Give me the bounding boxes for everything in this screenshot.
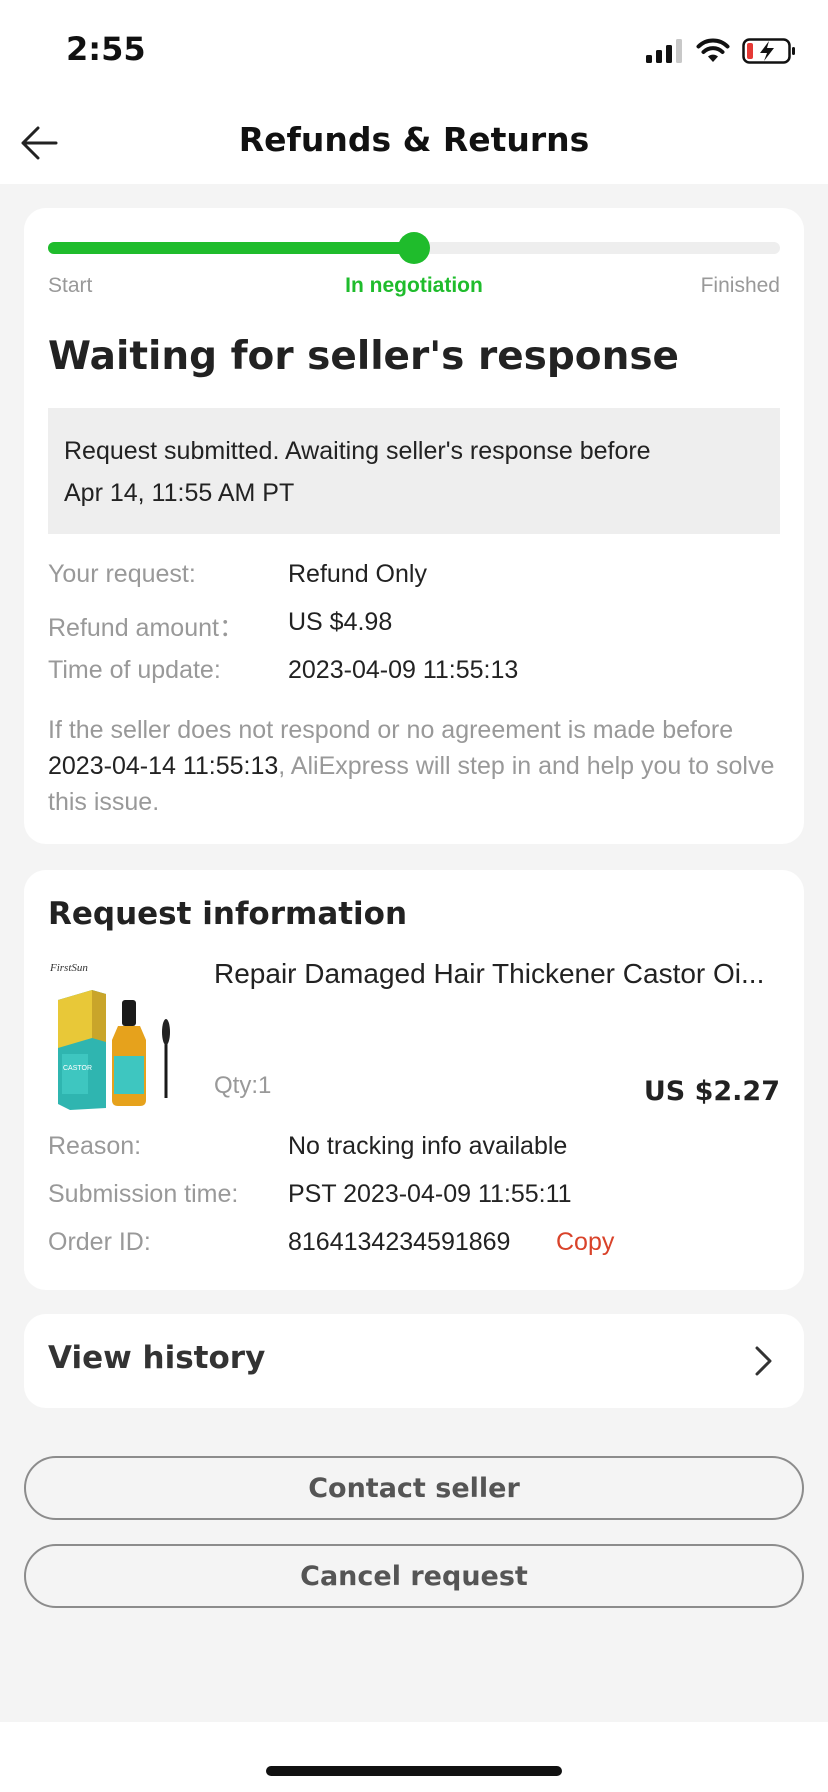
wifi-icon bbox=[696, 38, 730, 62]
progress-fill bbox=[48, 242, 414, 254]
request-type-value: Refund Only bbox=[288, 560, 427, 588]
notice-deadline: Apr 14, 11:55 AM PT bbox=[64, 479, 295, 507]
home-indicator-area bbox=[0, 1722, 828, 1792]
battery-icon bbox=[742, 38, 795, 64]
update-time-label: Time of update: bbox=[48, 656, 221, 684]
refund-amount-row: Refund amount： US $4.98 bbox=[48, 608, 780, 644]
reason-label: Reason: bbox=[48, 1132, 142, 1160]
product-name[interactable]: Repair Damaged Hair Thickener Castor Oi.… bbox=[214, 958, 780, 990]
notice-box: Request submitted. Awaiting seller's res… bbox=[48, 408, 780, 534]
page-title: Refunds & Returns bbox=[238, 120, 590, 159]
status-time: 2:55 bbox=[66, 30, 146, 68]
request-info-title: Request information bbox=[48, 896, 408, 932]
request-info-card: Request information FirstSun CASTOR Repa… bbox=[24, 870, 804, 1290]
escalation-date: 2023-04-14 11:55:13 bbox=[48, 752, 279, 780]
view-history-row[interactable]: View history bbox=[24, 1314, 804, 1408]
contact-seller-button[interactable]: Contact seller bbox=[24, 1456, 804, 1520]
submission-time-row: Submission time: PST 2023-04-09 11:55:11 bbox=[48, 1180, 780, 1216]
order-id-row: Order ID: 8164134234591869 Copy bbox=[48, 1228, 780, 1264]
request-type-row: Your request: Refund Only bbox=[48, 560, 780, 596]
update-time-row: Time of update: 2023-04-09 11:55:13 bbox=[48, 656, 780, 692]
reason-value: No tracking info available bbox=[288, 1132, 568, 1160]
escalation-note: If the seller does not respond or no agr… bbox=[48, 712, 790, 820]
product-brand: FirstSun bbox=[49, 962, 88, 974]
step-finished-label: Finished bbox=[700, 274, 780, 297]
cancel-request-button[interactable]: Cancel request bbox=[24, 1544, 804, 1608]
notice-line: Request submitted. Awaiting seller's res… bbox=[64, 437, 651, 465]
refund-status-card: Start In negotiation Finished Waiting fo… bbox=[24, 208, 804, 844]
chevron-right-icon bbox=[755, 1346, 772, 1376]
step-current-label: In negotiation bbox=[345, 274, 483, 297]
product-image[interactable]: FirstSun CASTOR bbox=[48, 960, 178, 1110]
order-id-label: Order ID: bbox=[48, 1228, 151, 1256]
request-type-label: Your request: bbox=[48, 560, 196, 588]
signal-icon bbox=[646, 39, 682, 63]
submission-time-label: Submission time: bbox=[48, 1180, 239, 1208]
home-indicator[interactable] bbox=[266, 1766, 562, 1776]
reason-row: Reason: No tracking info available bbox=[48, 1132, 780, 1168]
submission-time-value: PST 2023-04-09 11:55:11 bbox=[288, 1180, 572, 1208]
status-icons bbox=[646, 36, 796, 66]
product-price: US $2.27 bbox=[643, 1076, 780, 1107]
refund-amount-label: Refund amount： bbox=[48, 614, 244, 642]
status-bar: 2:55 bbox=[0, 0, 828, 100]
order-id-value: 8164134234591869 bbox=[288, 1228, 511, 1256]
progress-track bbox=[48, 232, 780, 264]
escalation-note-prefix: If the seller does not respond or no agr… bbox=[48, 716, 734, 744]
view-history-label: View history bbox=[48, 1340, 266, 1376]
refund-amount-value: US $4.98 bbox=[288, 608, 393, 636]
update-time-value: 2023-04-09 11:55:13 bbox=[288, 656, 519, 684]
copy-order-id-button[interactable]: Copy bbox=[556, 1228, 614, 1257]
nav-bar: Refunds & Returns bbox=[0, 100, 828, 184]
status-title: Waiting for seller's response bbox=[48, 334, 680, 379]
product-qty: Qty:1 bbox=[214, 1072, 272, 1099]
product-box-label: CASTOR bbox=[63, 1065, 92, 1072]
progress-dot bbox=[398, 232, 430, 264]
